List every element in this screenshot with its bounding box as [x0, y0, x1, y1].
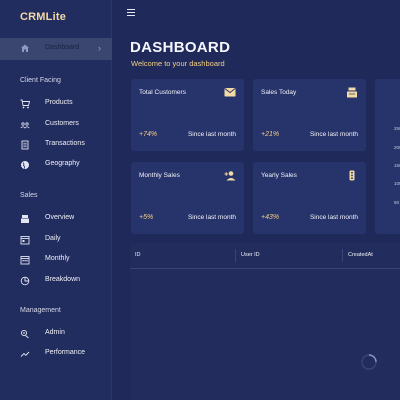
- stat-card-title: Sales Today: [261, 89, 297, 96]
- menu-toggle-button[interactable]: [127, 9, 136, 17]
- admin-icon: [20, 329, 29, 339]
- menu-icon: [127, 9, 135, 11]
- sidebar-item-daily[interactable]: Daily: [0, 232, 112, 248]
- sales-chart-panel: 250 200 150 100 50: [375, 79, 400, 234]
- sidebar: CRMLite Dashboard › Client Facing Produc…: [0, 0, 112, 400]
- sidebar-item-customers[interactable]: Customers: [0, 117, 112, 133]
- sidebar-item-monthly[interactable]: Monthly: [0, 252, 112, 268]
- page-subtitle: Welcome to your dashboard: [131, 59, 225, 68]
- chevron-right-icon: ›: [98, 43, 101, 53]
- stat-card-title: Monthly Sales: [139, 172, 180, 179]
- sidebar-item-label: Admin: [45, 329, 65, 336]
- sidebar-item-label: Monthly: [45, 255, 70, 262]
- column-header-created-at[interactable]: CreatedAt: [348, 252, 373, 258]
- sidebar-item-geography[interactable]: Geography: [0, 157, 112, 173]
- pie-chart-icon: [20, 276, 30, 286]
- section-sales: Sales: [20, 192, 38, 199]
- email-icon: [224, 88, 236, 97]
- sidebar-item-transactions[interactable]: Transactions: [0, 137, 112, 153]
- sidebar-item-performance[interactable]: Performance: [0, 346, 112, 362]
- chart-tick-label: 150: [394, 163, 400, 168]
- stat-card-title: Total Customers: [139, 89, 186, 96]
- person-add-icon: [224, 171, 236, 181]
- globe-icon: [21, 161, 29, 169]
- sidebar-item-overview[interactable]: Overview: [0, 211, 112, 227]
- stat-card-since: Since last month: [187, 214, 236, 221]
- section-client-facing: Client Facing: [20, 77, 61, 84]
- point-of-sale-icon: [21, 215, 29, 223]
- column-header-id[interactable]: ID: [135, 252, 141, 258]
- sidebar-item-label: Geography: [45, 160, 80, 167]
- calendar-month-icon: [20, 256, 30, 265]
- sidebar-item-label: Transactions: [45, 140, 85, 147]
- table-header: ID User ID CreatedAt: [130, 243, 400, 269]
- sidebar-item-label: Dashboard: [45, 44, 80, 51]
- chart-tick-label: 200: [394, 145, 400, 150]
- stat-card-percent: +5%: [139, 214, 154, 221]
- sidebar-item-admin[interactable]: Admin: [0, 326, 112, 342]
- people-icon: [20, 122, 30, 129]
- column-header-user-id[interactable]: User ID: [241, 252, 260, 258]
- receipt-icon: [21, 140, 29, 150]
- sidebar-item-label: Customers: [45, 120, 79, 127]
- stat-card-percent: +43%: [261, 214, 280, 221]
- section-management: Management: [20, 307, 61, 314]
- stat-card-total-customers: Total Customers +74% Since last month: [131, 79, 244, 151]
- stat-card-yearly-sales: Yearly Sales +43% Since last month: [253, 162, 366, 234]
- chart-tick-label: 100: [394, 181, 400, 186]
- stat-card-since: Since last month: [187, 131, 236, 138]
- sidebar-item-label: Performance: [45, 349, 86, 356]
- stat-card-sales-today: Sales Today +21% Since last month: [253, 79, 366, 151]
- sidebar-item-products[interactable]: Products: [0, 96, 112, 112]
- stat-card-percent: +21%: [261, 131, 280, 138]
- home-icon: [21, 44, 29, 52]
- column-divider[interactable]: [342, 249, 343, 262]
- sidebar-item-label: Daily: [45, 235, 61, 242]
- stat-card-monthly-sales: Monthly Sales +5% Since last month: [131, 162, 244, 234]
- transactions-table: ID User ID CreatedAt: [130, 243, 400, 400]
- stat-card-since: Since last month: [309, 131, 358, 138]
- chart-tick-label: 250: [394, 126, 400, 131]
- sidebar-item-breakdown[interactable]: Breakdown: [0, 273, 112, 289]
- stat-card-since: Since last month: [309, 214, 358, 221]
- point-of-sale-icon: [347, 87, 357, 98]
- cart-icon: [20, 99, 30, 109]
- column-divider[interactable]: [235, 249, 236, 262]
- chart-tick-label: 50: [394, 200, 400, 205]
- page-title: DASHBOARD: [130, 39, 231, 56]
- trending-up-icon: [20, 351, 30, 357]
- traffic-icon: [349, 170, 355, 181]
- calendar-day-icon: [20, 236, 30, 245]
- sidebar-item-label: Breakdown: [45, 276, 81, 283]
- sidebar-item-label: Products: [45, 99, 73, 106]
- sidebar-item-label: Overview: [45, 214, 75, 221]
- loading-spinner-icon: [361, 354, 377, 370]
- sidebar-item-dashboard[interactable]: Dashboard ›: [0, 38, 112, 60]
- stat-card-title: Yearly Sales: [261, 172, 297, 179]
- brand-logo[interactable]: CRMLite: [20, 11, 66, 23]
- stat-card-percent: +74%: [139, 131, 158, 138]
